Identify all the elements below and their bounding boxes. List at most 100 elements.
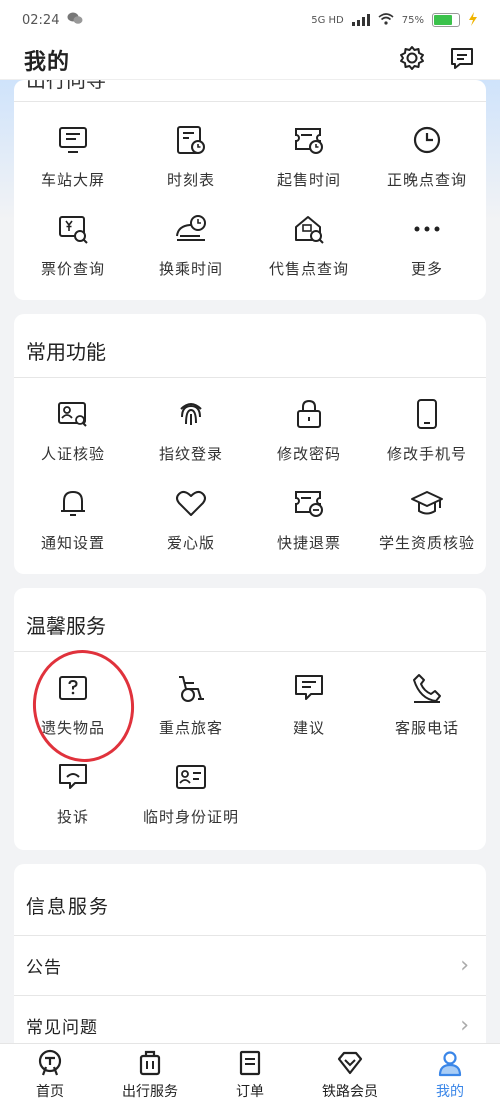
tab-label: 我的 — [436, 1083, 464, 1100]
info-services-title: 信息服务 — [14, 864, 486, 936]
grid-item-label: 起售时间 — [276, 171, 341, 189]
agency-search-icon — [292, 212, 326, 246]
lost-item-icon — [56, 671, 90, 705]
grid-item-label: 票价查询 — [40, 260, 105, 278]
grid-item-agency-search[interactable]: 代售点查询 — [250, 201, 368, 290]
wifi-icon — [378, 12, 394, 28]
chevron-right-icon: › — [460, 953, 470, 978]
warm-services-card: 温馨服务 遗失物品 重点旅客 建议 客服电话 投诉 临时身份证明 — [14, 588, 486, 850]
grid-item-label: 投诉 — [56, 808, 89, 826]
battery-icon — [432, 13, 460, 27]
tab-travel-services[interactable]: 出行服务 — [100, 1044, 200, 1105]
settings-gear-icon[interactable] — [398, 44, 426, 76]
tab-railway-member[interactable]: 铁路会员 — [300, 1044, 400, 1105]
page-header: 我的 — [0, 40, 500, 80]
grid-item-label: 修改手机号 — [386, 445, 467, 463]
phone-call-icon — [410, 671, 444, 705]
grid-item-more[interactable]: 更多 — [368, 201, 486, 290]
timetable-icon — [174, 123, 208, 157]
grid-item-student-verify[interactable]: 学生资质核验 — [368, 475, 486, 564]
grid-item-station-screen[interactable]: 车站大屏 — [14, 112, 132, 201]
grid-item-label: 临时身份证明 — [142, 808, 239, 826]
grid-item-priority-passenger[interactable]: 重点旅客 — [132, 660, 250, 749]
fare-search-icon — [56, 212, 90, 246]
graduation-cap-icon — [410, 486, 444, 520]
grid-item-customer-service-phone[interactable]: 客服电话 — [368, 660, 486, 749]
grid-item-temp-id[interactable]: 临时身份证明 — [132, 749, 250, 838]
grid-item-label: 时刻表 — [166, 171, 215, 189]
quick-refund-icon — [292, 486, 326, 520]
grid-item-care-version[interactable]: 爱心版 — [132, 475, 250, 564]
heart-icon — [174, 486, 208, 520]
message-icon[interactable] — [448, 44, 476, 76]
grid-item-suggestion[interactable]: 建议 — [250, 660, 368, 749]
sale-time-icon — [292, 123, 326, 157]
grid-item-notification-settings[interactable]: 通知设置 — [14, 475, 132, 564]
info-services-card: 信息服务 公告 › 常见问题 › — [14, 864, 486, 1056]
grid-item-label: 更多 — [410, 260, 443, 278]
grid-item-sale-time[interactable]: 起售时间 — [250, 112, 368, 201]
grid-item-timetable[interactable]: 时刻表 — [132, 112, 250, 201]
grid-item-transfer-time[interactable]: 换乘时间 — [132, 201, 250, 290]
wheelchair-icon — [174, 671, 208, 705]
clock-icon — [410, 123, 444, 157]
home-train-icon — [36, 1049, 64, 1077]
common-functions-card: 常用功能 人证核验 指纹登录 修改密码 修改手机号 通知设置 爱心版 快捷退票 … — [14, 314, 486, 574]
tab-orders[interactable]: 订单 — [200, 1044, 300, 1105]
more-icon — [410, 212, 444, 246]
tab-label: 出行服务 — [122, 1083, 178, 1100]
grid-item-change-password[interactable]: 修改密码 — [250, 386, 368, 475]
phone-icon — [410, 397, 444, 431]
grid-item-delay-query[interactable]: 正晚点查询 — [368, 112, 486, 201]
bell-icon — [56, 486, 90, 520]
chevron-right-icon: › — [460, 1013, 470, 1038]
bottom-tab-bar: 首页 出行服务 订单 铁路会员 我的 — [0, 1043, 500, 1105]
grid-item-label: 建议 — [292, 719, 325, 737]
grid-item-label: 车站大屏 — [40, 171, 105, 189]
charging-icon — [468, 11, 478, 29]
grid-item-label: 重点旅客 — [158, 719, 223, 737]
grid-item-change-phone[interactable]: 修改手机号 — [368, 386, 486, 475]
grid-item-quick-refund[interactable]: 快捷退票 — [250, 475, 368, 564]
tab-mine[interactable]: 我的 — [400, 1044, 500, 1105]
grid-item-label: 学生资质核验 — [378, 534, 475, 552]
status-bar: 02:24 5G HD 75% — [0, 0, 500, 40]
grid-item-label: 指纹登录 — [158, 445, 223, 463]
travel-guide-title: 出行向导 — [14, 80, 486, 102]
tab-label: 铁路会员 — [322, 1083, 378, 1100]
tab-label: 首页 — [36, 1083, 64, 1100]
grid-item-label: 正晚点查询 — [386, 171, 467, 189]
user-icon — [436, 1049, 464, 1077]
grid-item-complaint[interactable]: 投诉 — [14, 749, 132, 838]
battery-percent: 75% — [401, 14, 424, 26]
temp-id-icon — [174, 760, 208, 794]
signal-icon — [351, 14, 370, 26]
common-functions-title: 常用功能 — [14, 314, 486, 378]
grid-item-lost-items[interactable]: 遗失物品 — [14, 660, 132, 749]
warm-services-title: 温馨服务 — [14, 588, 486, 652]
page-title: 我的 — [24, 49, 71, 75]
grid-item-label: 换乘时间 — [158, 260, 223, 278]
grid-item-label: 通知设置 — [40, 534, 105, 552]
grid-item-label: 人证核验 — [40, 445, 105, 463]
list-row-announcement[interactable]: 公告 › — [14, 936, 486, 996]
grid-item-label: 客服电话 — [394, 719, 459, 737]
tab-home[interactable]: 首页 — [0, 1044, 100, 1105]
list-row-label: 常见问题 — [26, 1018, 98, 1038]
member-diamond-icon — [336, 1049, 364, 1077]
grid-item-label: 快捷退票 — [276, 534, 341, 552]
tab-label: 订单 — [236, 1083, 264, 1100]
status-time: 02:24 — [22, 12, 60, 28]
fingerprint-icon — [174, 397, 208, 431]
grid-item-fingerprint-login[interactable]: 指纹登录 — [132, 386, 250, 475]
order-icon — [236, 1049, 264, 1077]
travel-guide-card: 出行向导 车站大屏 时刻表 起售时间 正晚点查询 票价查询 换乘时间 代售点查询… — [14, 80, 486, 300]
list-row-label: 公告 — [26, 958, 62, 978]
network-label: 5G HD — [311, 14, 344, 26]
id-verify-icon — [56, 397, 90, 431]
complaint-icon — [56, 760, 90, 794]
grid-item-id-verify[interactable]: 人证核验 — [14, 386, 132, 475]
transfer-time-icon — [174, 212, 208, 246]
grid-item-fare-search[interactable]: 票价查询 — [14, 201, 132, 290]
luggage-icon — [136, 1049, 164, 1077]
